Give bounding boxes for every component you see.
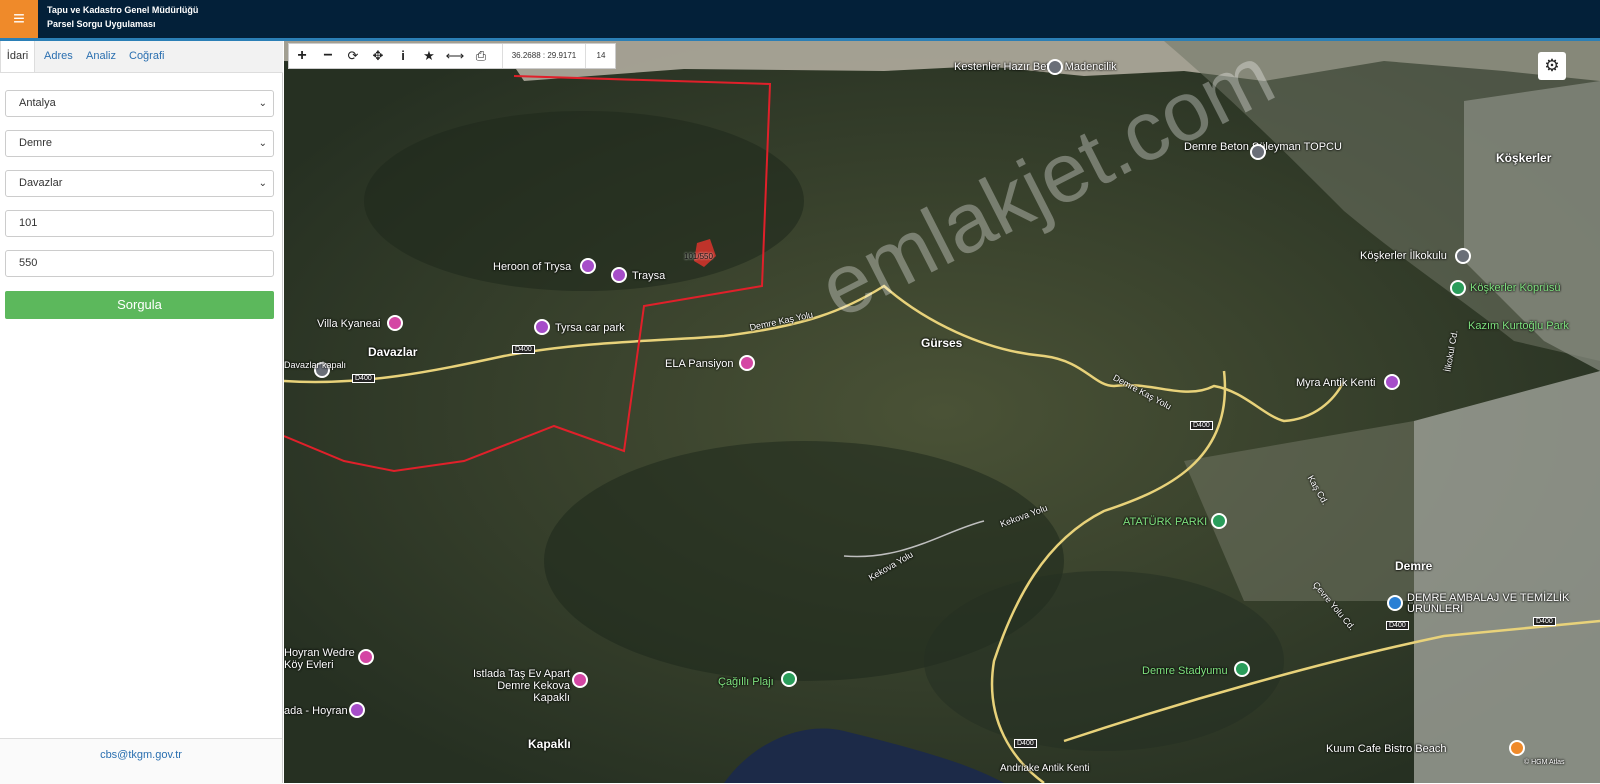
sidebar-tabs: İdari Adres Analiz Coğrafi: [0, 41, 283, 73]
gear-icon[interactable]: ⚙: [1538, 52, 1566, 80]
chevron-down-icon: ⌄: [258, 178, 267, 189]
coordinate-readout: 36.2688 : 29.9171: [502, 44, 585, 68]
landmark-icon[interactable]: [611, 267, 627, 283]
school-icon[interactable]: [1455, 248, 1471, 264]
park-icon[interactable]: [1211, 513, 1227, 529]
zoom-in-icon[interactable]: +: [289, 44, 315, 68]
parcel-label: 101/550: [684, 252, 713, 261]
star-icon[interactable]: ★: [416, 44, 442, 68]
zoom-out-icon[interactable]: −: [315, 44, 341, 68]
contact-email-link[interactable]: cbs@tkgm.gov.tr: [0, 749, 282, 761]
map-place-label: Villa Kyaneai: [317, 318, 381, 330]
hotel-icon[interactable]: [739, 355, 755, 371]
map-place-label: Demre: [1395, 559, 1433, 573]
map-view[interactable]: emlakjet.com 101/550 Kestenler Hazır Bet…: [284, 41, 1600, 783]
map-place-label: Çağıllı Plajı: [718, 676, 774, 688]
beach-icon[interactable]: [781, 671, 797, 687]
landmark-icon[interactable]: [1384, 374, 1400, 390]
block-input[interactable]: 101: [5, 210, 274, 237]
map-place-label: Köşkerler İlkokulu: [1360, 250, 1447, 262]
map-place-label: Davazlar: [368, 345, 418, 359]
hotel-icon[interactable]: [572, 672, 588, 688]
info-icon[interactable]: i: [390, 44, 416, 68]
menu-icon[interactable]: ≡: [0, 0, 38, 38]
chevron-down-icon: ⌄: [258, 138, 267, 149]
road-shield: D400: [1533, 617, 1556, 626]
road-shield: D400: [352, 374, 375, 383]
map-place-label: Andriake Antik Kenti: [1000, 763, 1090, 774]
map-place-label: Traysa: [632, 270, 666, 282]
road-shield: D400: [1190, 421, 1213, 430]
app-title: Parsel Sorgu Uygulaması: [47, 19, 156, 29]
map-place-label: Gürses: [921, 336, 963, 350]
chevron-down-icon: ⌄: [258, 98, 267, 109]
parcel-input[interactable]: 550: [5, 250, 274, 277]
print-icon[interactable]: ⎙: [468, 44, 494, 68]
map-place-label: Hoyran Wedre Köy Evleri: [284, 647, 355, 671]
map-place-label: ATATÜRK PARKI: [1123, 516, 1208, 528]
landmark-icon[interactable]: [349, 702, 365, 718]
app-header: ≡ Tapu ve Kadastro Genel Müdürlüğü Parse…: [0, 0, 1600, 38]
province-value: Antalya: [19, 97, 56, 109]
map-place-label: Demre Stadyumu: [1142, 665, 1228, 677]
pin-icon[interactable]: [1250, 144, 1266, 160]
shop-icon[interactable]: [1387, 595, 1403, 611]
map-toolbar: + − ⟳ ✥ i ★ ⟷ ⎙ 36.2688 : 29.9171 14: [288, 43, 616, 69]
map-place-label: ELA Pansiyon: [665, 358, 734, 370]
park-icon[interactable]: [1450, 280, 1466, 296]
sidebar: İdari Adres Analiz Coğrafi Antalya ⌄ Dem…: [0, 41, 283, 784]
district-value: Demre: [19, 137, 53, 149]
hotel-icon[interactable]: [387, 315, 403, 331]
map-place-label: Tyrsa car park: [555, 322, 625, 334]
locate-icon[interactable]: ✥: [365, 44, 391, 68]
map-place-label: Köşkerler: [1496, 151, 1552, 165]
measure-icon[interactable]: ⟷: [442, 44, 468, 68]
org-title: Tapu ve Kadastro Genel Müdürlüğü: [47, 5, 199, 15]
map-place-label: Köşkerler Köprüsü: [1470, 282, 1561, 294]
pin-icon[interactable]: [1047, 59, 1063, 75]
landmark-icon[interactable]: [580, 258, 596, 274]
road-shield: D400: [1386, 621, 1409, 630]
zoom-level: 14: [585, 44, 616, 68]
restaurant-icon[interactable]: [1509, 740, 1525, 756]
map-place-label: Heroon of Trysa: [493, 261, 572, 273]
map-place-label: Myra Antik Kenti: [1296, 377, 1376, 389]
neighborhood-value: Davazlar: [19, 177, 63, 189]
tab-analiz[interactable]: Analiz: [86, 41, 116, 72]
map-place-label: Kuum Cafe Bistro Beach: [1326, 743, 1447, 755]
province-select[interactable]: Antalya ⌄: [5, 90, 274, 117]
map-place-label: DEMRE AMBALAJ VE TEMİZLİK ÜRÜNLERİ: [1407, 592, 1570, 615]
tab-adres[interactable]: Adres: [44, 41, 73, 72]
hotel-icon[interactable]: [358, 649, 374, 665]
map-place-label: Kazım Kurtoğlu Park: [1468, 320, 1569, 332]
query-button[interactable]: Sorgula: [5, 291, 274, 319]
stadium-icon[interactable]: [1234, 661, 1250, 677]
map-place-label: Kapaklı: [528, 737, 571, 751]
tab-cografi[interactable]: Coğrafi: [129, 41, 164, 72]
road-shield: D400: [1014, 739, 1037, 748]
district-select[interactable]: Demre ⌄: [5, 130, 274, 157]
map-place-label: Istlada Taş Ev Apart Demre Kekova Kapakl…: [472, 668, 570, 704]
map-place-label: Kestenler Hazır Beton Madencilik: [954, 61, 1117, 73]
refresh-icon[interactable]: ⟳: [340, 44, 366, 68]
map-place-label: ada - Hoyran: [284, 705, 348, 717]
sidebar-footer: cbs@tkgm.gov.tr: [0, 738, 282, 784]
map-attribution: © HGM Atlas: [1524, 759, 1565, 766]
map-place-label: Davazlar kapalı: [284, 360, 347, 370]
tab-idari[interactable]: İdari: [0, 41, 35, 72]
road-shield: D400: [512, 345, 535, 354]
landmark-icon[interactable]: [534, 319, 550, 335]
neighborhood-select[interactable]: Davazlar ⌄: [5, 170, 274, 197]
